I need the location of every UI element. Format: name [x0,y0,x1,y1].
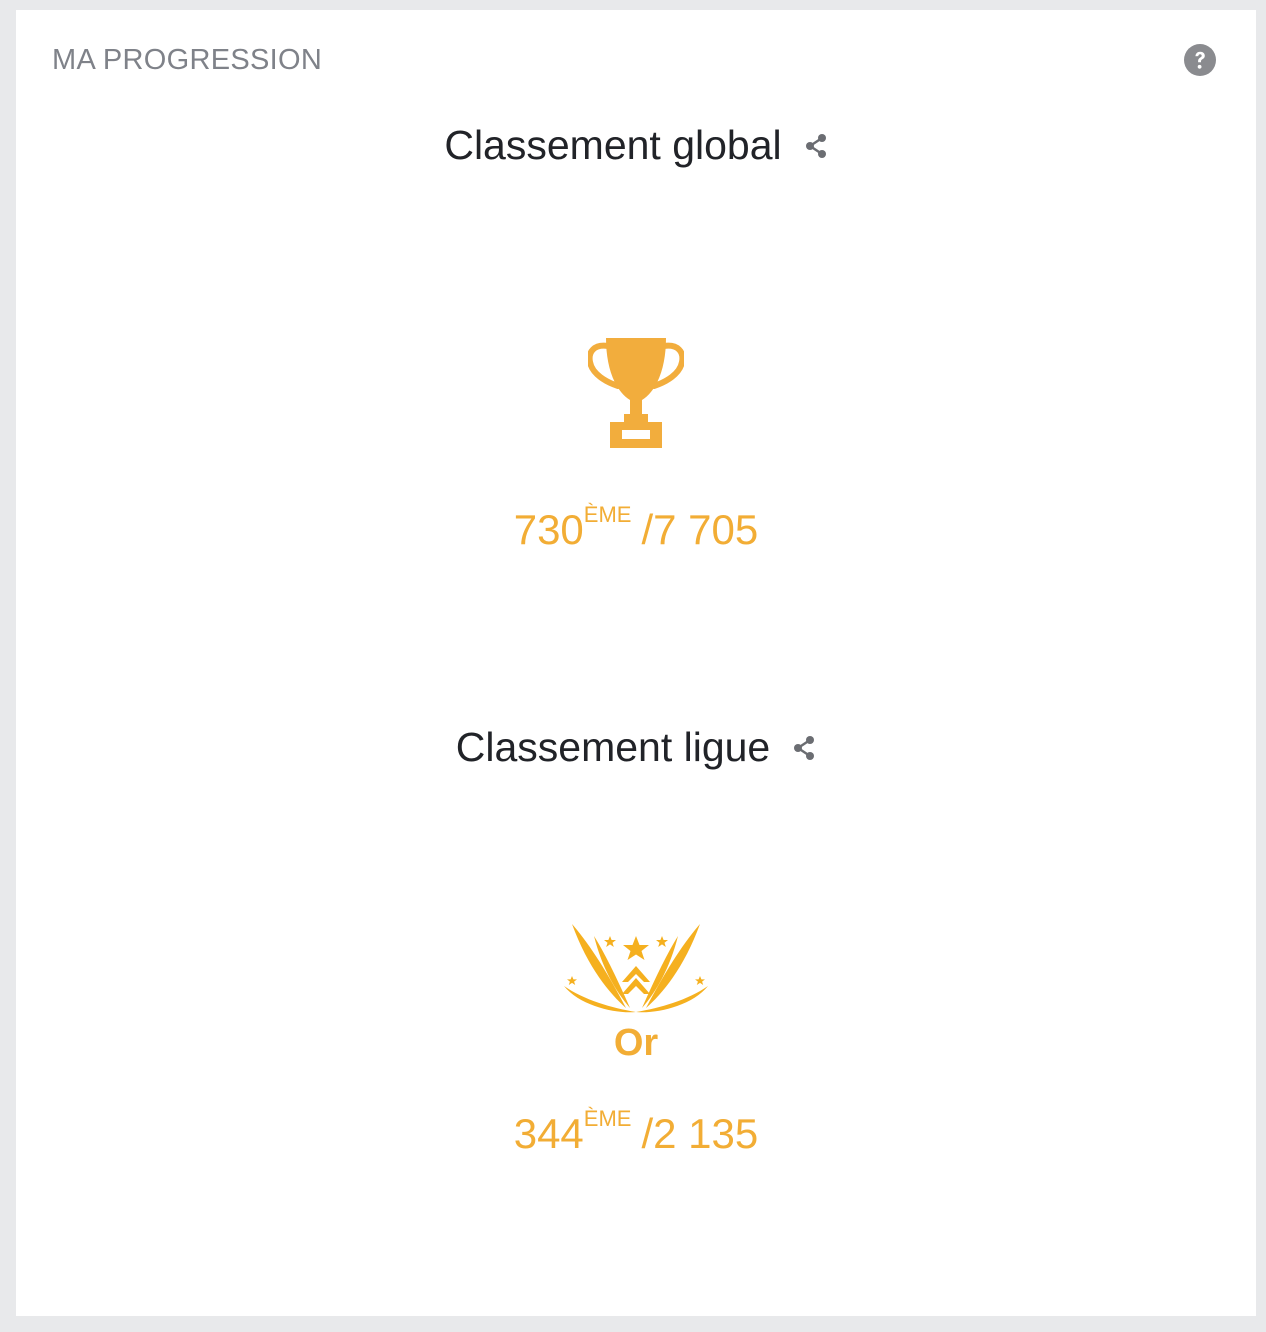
global-rank-value: 730 [513,506,584,553]
global-rank-suffix: ÈME [583,502,632,527]
league-rank-total: /2 135 [641,1110,759,1157]
league-rank-value: 344 [513,1110,584,1157]
league-ranking-title: Classement ligue [455,724,771,770]
trophy-icon [588,338,684,448]
league-name: Or [613,1022,659,1064]
global-rank: 730ÈME/7 705 [16,502,1256,554]
league-rank-suffix: ÈME [583,1106,632,1131]
global-ranking-heading: Classement global [16,122,1256,169]
global-ranking-title: Classement global [444,122,782,168]
share-icon[interactable] [792,735,816,761]
help-icon[interactable] [1184,44,1216,76]
card-title: MA PROGRESSION [52,44,323,76]
progress-card: MA PROGRESSION Classement global 730ÈME … [16,10,1256,1316]
league-rank: 344ÈME/2 135 [16,1106,1256,1158]
gold-league-emblem-icon [564,924,708,1013]
global-rank-total: /7 705 [641,506,759,553]
share-icon[interactable] [804,133,828,159]
league-ranking-heading: Classement ligue [16,724,1256,771]
